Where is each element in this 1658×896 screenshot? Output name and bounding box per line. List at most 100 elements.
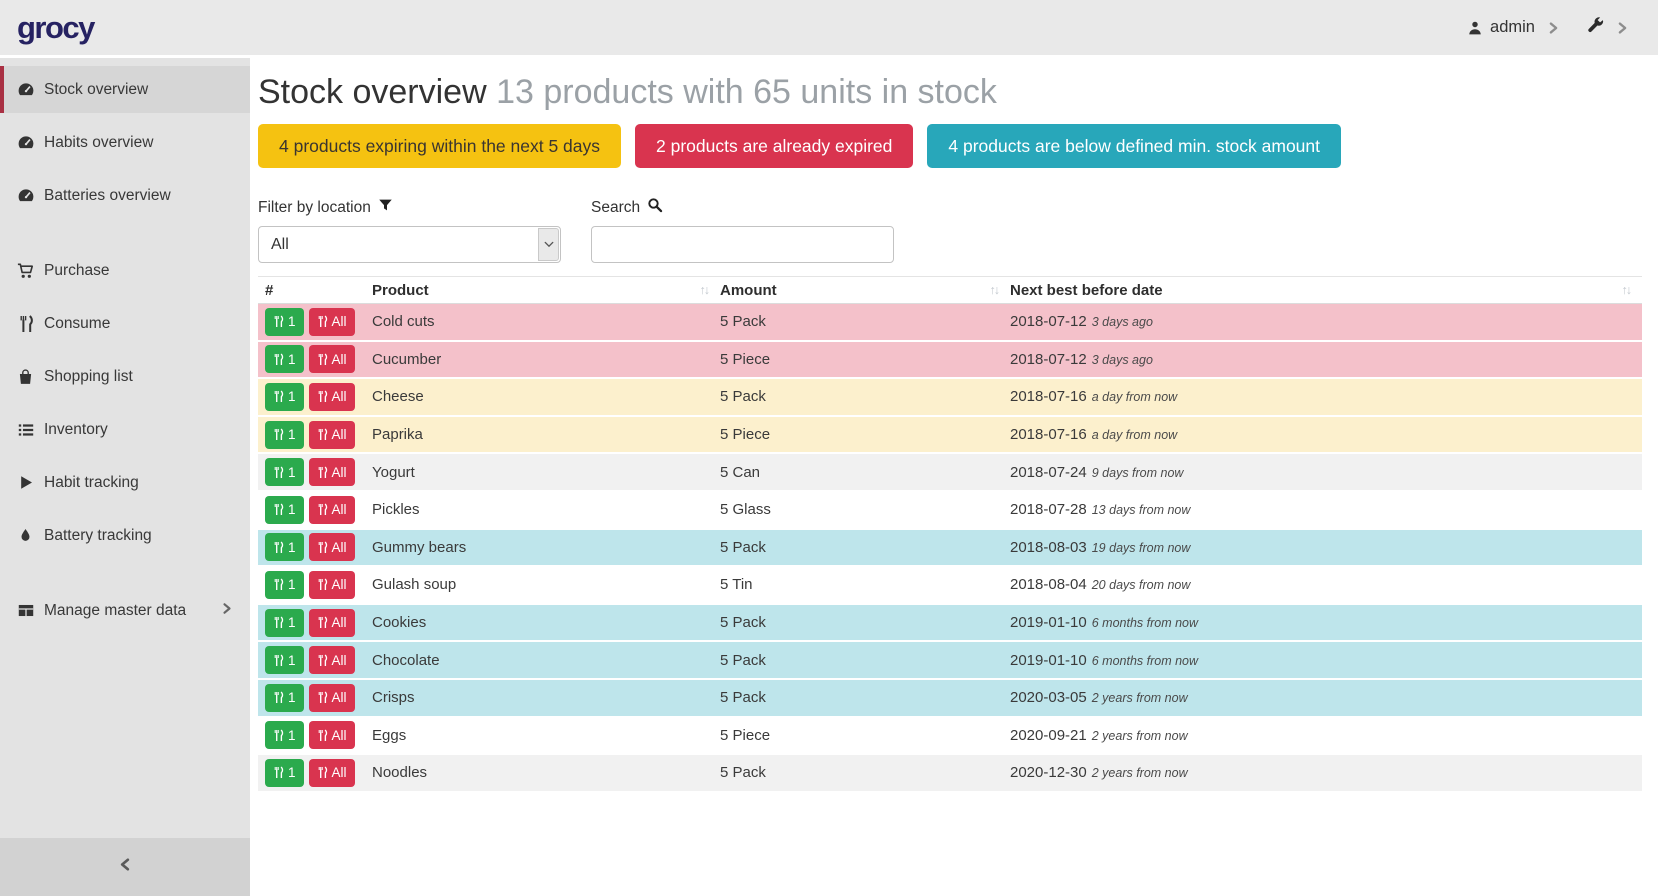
utensils-icon (317, 390, 328, 403)
product-name: Noodles (372, 764, 720, 781)
sort-icon[interactable]: ↑↓ (990, 283, 999, 297)
sidebar-item-batteries-overview[interactable]: Batteries overview (0, 172, 250, 219)
sidebar-item-habits-overview[interactable]: Habits overview (0, 119, 250, 166)
column-header-amount[interactable]: Amount ↑↓ (720, 277, 1010, 303)
location-filter-select[interactable]: All (258, 226, 561, 263)
table-row: 1 All Crisps 5 Pack 2020-03-052 years fr… (258, 680, 1642, 718)
sort-icon[interactable]: ↑↓ (700, 283, 709, 297)
column-header-number[interactable]: # (258, 277, 372, 303)
consume-all-label: All (332, 615, 347, 630)
product-name: Yogurt (372, 464, 720, 481)
consume-one-label: 1 (288, 314, 296, 329)
app-logo[interactable]: grocy (17, 10, 94, 46)
consume-one-button[interactable]: 1 (265, 609, 304, 637)
best-before-date: 2020-12-30 (1010, 764, 1087, 781)
sidebar-item-shopping-list[interactable]: Shopping list (0, 353, 250, 400)
sort-icon[interactable]: ↑↓ (1622, 283, 1631, 297)
sidebar-item-habit-tracking[interactable]: Habit tracking (0, 459, 250, 506)
best-before-cell: 2020-09-212 years from now (1010, 727, 1642, 744)
gauge-icon (16, 187, 35, 205)
stock-table-body: 1 All Cold cuts 5 Pack 2018-07-123 days … (258, 304, 1642, 793)
username: admin (1490, 18, 1535, 37)
utensils-icon (273, 654, 284, 667)
consume-one-label: 1 (288, 540, 296, 555)
relative-time: 6 months from now (1092, 616, 1198, 630)
sidebar-item-stock-overview[interactable]: Stock overview (0, 66, 250, 113)
consume-one-button[interactable]: 1 (265, 533, 304, 561)
consume-all-button[interactable]: All (309, 496, 355, 524)
consume-one-button[interactable]: 1 (265, 421, 304, 449)
consume-one-button[interactable]: 1 (265, 383, 304, 411)
settings-menu[interactable] (1586, 16, 1604, 39)
utensils-icon (273, 428, 284, 441)
page-title: Stock overview 13 products with 65 units… (258, 73, 1642, 112)
sidebar-collapse-button[interactable] (0, 838, 250, 896)
table-row: 1 All Gummy bears 5 Pack 2018-08-0319 da… (258, 530, 1642, 568)
sidebar-item-manage-master-data[interactable]: Manage master data (0, 587, 250, 634)
badge-below-min-stock[interactable]: 4 products are below defined min. stock … (927, 124, 1341, 168)
consume-one-label: 1 (288, 728, 296, 743)
consume-all-button[interactable]: All (309, 609, 355, 637)
relative-time: a day from now (1092, 390, 1177, 404)
consume-one-button[interactable]: 1 (265, 458, 304, 486)
consume-all-label: All (332, 540, 347, 555)
badge-expiring[interactable]: 4 products expiring within the next 5 da… (258, 124, 621, 168)
table-row: 1 All Yogurt 5 Can 2018-07-249 days from… (258, 454, 1642, 492)
consume-all-label: All (332, 314, 347, 329)
droplet-icon (16, 527, 35, 544)
consume-one-label: 1 (288, 690, 296, 705)
sidebar-item-purchase[interactable]: Purchase (0, 247, 250, 294)
column-header-best-before[interactable]: Next best before date ↑↓ (1010, 277, 1642, 303)
chevron-right-icon (222, 601, 232, 621)
column-label: Next best before date (1010, 282, 1163, 299)
relative-time: 2 years from now (1092, 729, 1188, 743)
page-subtitle: 13 products with 65 units in stock (496, 73, 997, 111)
user-menu[interactable]: admin (1467, 18, 1535, 37)
sidebar-item-consume[interactable]: Consume (0, 300, 250, 347)
consume-one-button[interactable]: 1 (265, 646, 304, 674)
product-name: Paprika (372, 426, 720, 443)
consume-one-button[interactable]: 1 (265, 759, 304, 787)
utensils-icon (317, 466, 328, 479)
consume-one-button[interactable]: 1 (265, 308, 304, 336)
utensils-icon (317, 315, 328, 328)
consume-one-button[interactable]: 1 (265, 684, 304, 712)
amount-value: 5 Pack (720, 764, 1010, 781)
consume-all-button[interactable]: All (309, 383, 355, 411)
consume-all-button[interactable]: All (309, 533, 355, 561)
badge-expired[interactable]: 2 products are already expired (635, 124, 913, 168)
consume-one-button[interactable]: 1 (265, 721, 304, 749)
relative-time: 20 days from now (1092, 578, 1191, 592)
user-icon (1467, 20, 1483, 36)
consume-all-button[interactable]: All (309, 458, 355, 486)
utensils-icon (273, 353, 284, 366)
consume-all-button[interactable]: All (309, 646, 355, 674)
sidebar-item-battery-tracking[interactable]: Battery tracking (0, 512, 250, 559)
consume-all-button[interactable]: All (309, 421, 355, 449)
consume-all-button[interactable]: All (309, 684, 355, 712)
best-before-cell: 2020-03-052 years from now (1010, 689, 1642, 706)
location-filter-value: All (259, 236, 289, 254)
column-header-product[interactable]: Product ↑↓ (372, 277, 720, 303)
utensils-icon (317, 541, 328, 554)
product-name: Eggs (372, 727, 720, 744)
consume-all-label: All (332, 389, 347, 404)
consume-all-button[interactable]: All (309, 571, 355, 599)
amount-value: 5 Pack (720, 313, 1010, 330)
sidebar: Stock overview Habits overview Batteries… (0, 58, 250, 896)
sidebar-item-inventory[interactable]: Inventory (0, 406, 250, 453)
utensils-icon (317, 353, 328, 366)
consume-all-button[interactable]: All (309, 345, 355, 373)
search-input[interactable] (592, 227, 893, 262)
product-name: Gummy bears (372, 539, 720, 556)
consume-one-button[interactable]: 1 (265, 571, 304, 599)
consume-all-button[interactable]: All (309, 308, 355, 336)
table-row: 1 All Noodles 5 Pack 2020-12-302 years f… (258, 755, 1642, 793)
consume-one-button[interactable]: 1 (265, 345, 304, 373)
location-filter-label: Filter by location (258, 198, 561, 217)
utensils-icon (273, 390, 284, 403)
consume-one-button[interactable]: 1 (265, 496, 304, 524)
consume-all-button[interactable]: All (309, 759, 355, 787)
table-row: 1 All Cookies 5 Pack 2019-01-106 months … (258, 605, 1642, 643)
consume-all-button[interactable]: All (309, 721, 355, 749)
